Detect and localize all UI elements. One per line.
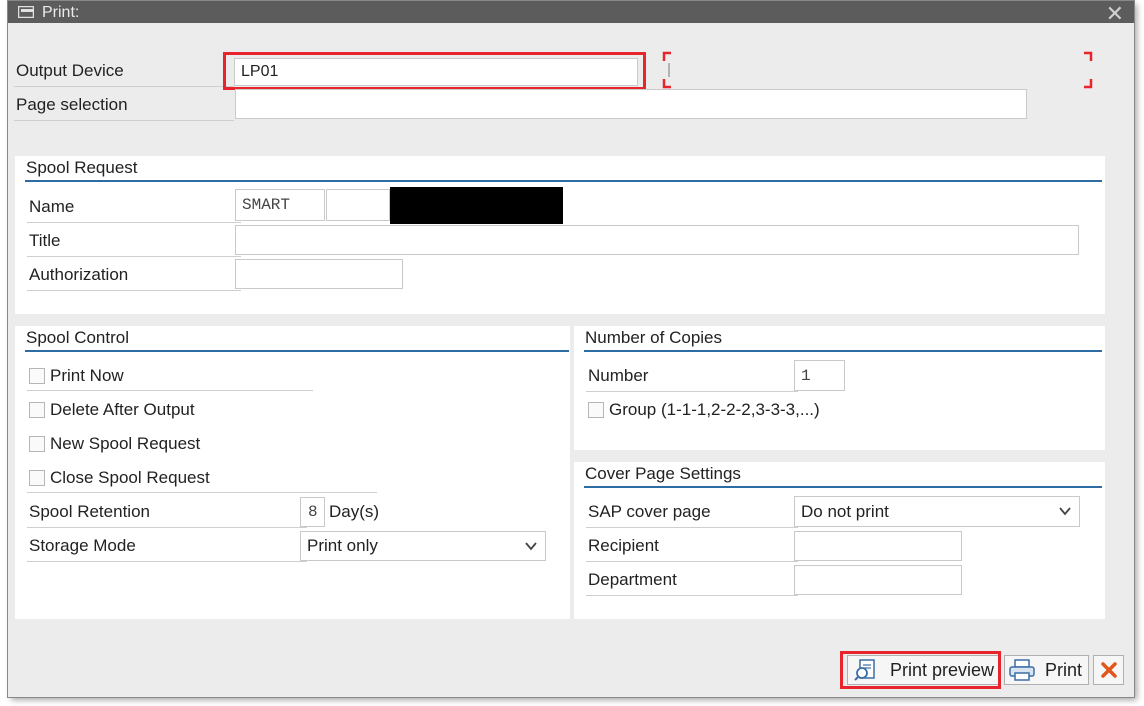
storage-mode-select[interactable]: Print only (300, 531, 546, 561)
close-icon[interactable]: ✕ (1106, 3, 1124, 25)
spool-request-divider (25, 180, 1102, 182)
delete-after-output-checkbox[interactable] (29, 402, 45, 418)
storage-mode-underline (27, 561, 307, 562)
title-field[interactable] (235, 225, 1079, 255)
number-label: Number (588, 366, 649, 385)
close-spool-request-checkbox[interactable] (29, 470, 45, 486)
copies-panel: Number of Copies Number 1 Group (1-1-1,2… (574, 326, 1105, 450)
spool-control-divider (25, 350, 569, 352)
print-now-label: Print Now (50, 366, 124, 385)
cover-page-panel: Cover Page Settings SAP cover page Do no… (574, 462, 1105, 619)
spool-retention-unit: Day(s) (329, 502, 380, 521)
print-preview-highlight (840, 651, 1001, 689)
cancel-button[interactable] (1093, 655, 1124, 685)
left-bracket-icon (662, 51, 671, 89)
output-device-label: Output Device (16, 61, 124, 80)
printer-icon (1009, 659, 1035, 681)
print-dialog: Print: ✕ Output Device LP01 Page selecti… (8, 1, 1134, 697)
output-device-highlight (223, 52, 646, 90)
delete-after-output-label: Delete After Output (50, 400, 195, 419)
name-field[interactable]: SMART (235, 189, 325, 221)
name-underline (27, 222, 241, 223)
title-label: Title (29, 231, 61, 250)
department-label: Department (588, 570, 677, 589)
redacted-block (390, 187, 563, 224)
new-spool-request-label: New Spool Request (50, 434, 201, 453)
storage-mode-value: Print only (307, 536, 378, 555)
print-button[interactable]: Print (1004, 655, 1089, 685)
group-label: Group (1-1-1,2-2-2,3-3-3,...) (609, 400, 820, 419)
print-now-underline (27, 390, 313, 391)
copies-title: Number of Copies (585, 328, 723, 347)
page-selection-field[interactable] (235, 89, 1027, 119)
print-now-checkbox[interactable] (29, 368, 45, 384)
sap-cover-page-value: Do not print (801, 501, 889, 521)
output-device-underline (14, 86, 234, 87)
department-underline (586, 595, 798, 596)
spool-retention-underline (27, 527, 307, 528)
spool-control-title: Spool Control (26, 328, 130, 347)
recipient-underline (586, 561, 798, 562)
title-bar (8, 1, 1134, 23)
dialog-icon (18, 6, 34, 18)
cancel-icon (1100, 662, 1117, 678)
close-spool-request-label: Close Spool Request (50, 468, 210, 487)
sap-cover-page-label: SAP cover page (588, 502, 711, 521)
page-selection-label: Page selection (16, 95, 128, 114)
close-spool-underline (27, 492, 377, 493)
recipient-label: Recipient (588, 536, 659, 555)
department-field[interactable] (794, 565, 962, 595)
spool-request-panel: Spool Request Name SMART Title Authoriza… (15, 156, 1105, 314)
group-checkbox[interactable] (588, 402, 604, 418)
chevron-down-icon (1059, 507, 1071, 516)
number-field[interactable]: 1 (794, 360, 845, 391)
title-underline (27, 256, 241, 257)
right-bracket-icon (1084, 51, 1093, 89)
name-field-2[interactable] (326, 189, 390, 221)
authorization-label: Authorization (29, 265, 129, 284)
storage-mode-label: Storage Mode (29, 536, 136, 555)
page-selection-underline (14, 120, 234, 121)
cover-page-title: Cover Page Settings (585, 464, 741, 483)
spool-retention-field[interactable]: 8 (300, 497, 325, 527)
spool-control-panel: Spool Control Print Now Delete After Out… (15, 326, 570, 619)
name-label: Name (29, 197, 75, 216)
sap-cover-underline (586, 527, 798, 528)
new-spool-request-checkbox[interactable] (29, 436, 45, 452)
recipient-field[interactable] (794, 531, 962, 561)
print-label: Print (1045, 659, 1083, 680)
sap-cover-page-select[interactable]: Do not print (794, 496, 1080, 527)
authorization-underline (27, 290, 241, 291)
copies-divider (584, 350, 1102, 352)
spool-request-title: Spool Request (26, 158, 138, 177)
authorization-field[interactable] (235, 259, 403, 289)
cover-page-divider (584, 486, 1102, 488)
spool-retention-label: Spool Retention (29, 502, 150, 521)
dialog-title: Print: (42, 4, 80, 21)
number-underline (586, 391, 798, 392)
chevron-down-icon (525, 542, 537, 551)
